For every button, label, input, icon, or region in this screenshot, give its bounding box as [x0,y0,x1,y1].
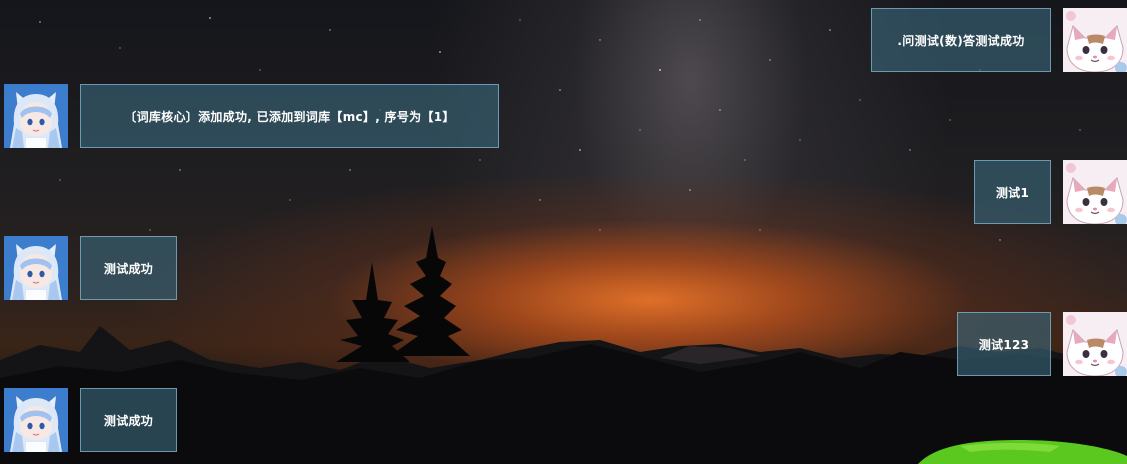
message-bubble[interactable]: .问测试(数)答测试成功 [871,8,1051,72]
cat-avatar[interactable] [1063,8,1127,72]
message-bubble[interactable]: 测试成功 [80,236,177,300]
anime-girl-avatar[interactable] [4,388,68,452]
message-bubble[interactable]: 测试成功 [80,388,177,452]
chat-message-bot: 测试成功 [4,236,177,300]
message-bubble[interactable]: 测试123 [957,312,1051,376]
chat-message-user: 测试123 [957,312,1127,376]
cat-avatar[interactable] [1063,312,1127,376]
chat-message-user: .问测试(数)答测试成功 [871,8,1127,72]
message-bubble[interactable]: 测试1 [974,160,1051,224]
cat-avatar[interactable] [1063,160,1127,224]
chat-message-bot: 〔词库核心〕添加成功, 已添加到词库【mc】, 序号为【1】 [4,84,499,148]
anime-girl-avatar[interactable] [4,236,68,300]
chat-message-bot: 测试成功 [4,388,177,452]
chat-message-list[interactable]: .问测试(数)答测试成功 〔词库核心〕添加成功, 已添加到词库【mc】, 序号为… [0,0,1127,464]
message-bubble[interactable]: 〔词库核心〕添加成功, 已添加到词库【mc】, 序号为【1】 [80,84,499,148]
anime-girl-avatar[interactable] [4,84,68,148]
chat-message-user: 测试1 [974,160,1127,224]
